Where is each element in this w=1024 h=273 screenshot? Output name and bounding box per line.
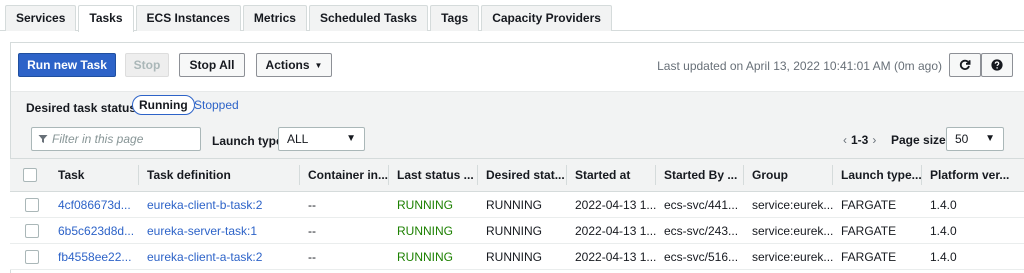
refresh-icon [959,59,971,70]
container-instance-cell: -- [308,224,316,238]
column-header-task[interactable]: Task [49,159,139,191]
platform-version-cell: 1.4.0 [930,198,957,212]
desired-status-label: Desired task status: [26,101,141,115]
running-filter-pill[interactable]: Running [132,95,195,115]
actions-button[interactable]: Actions ▼ [256,53,332,77]
task-definition-link[interactable]: eureka-client-b-task:2 [138,192,300,218]
caret-down-icon: ▼ [314,61,323,70]
caret-down-icon: ▼ [346,133,356,144]
stop-button[interactable]: Stop [125,53,169,77]
started-at-cell: 2022-04-13 1... [575,198,656,212]
container-instance-cell: -- [308,198,316,212]
last-status-cell: RUNNING [397,224,453,238]
tab-metrics[interactable]: Metrics [242,5,307,31]
table-row: fb4558ee22... eureka-client-a-task:2 -- … [10,244,1024,270]
help-button[interactable] [981,53,1013,77]
launch-type-value: ALL [287,132,309,146]
tab-scheduled-tasks[interactable]: Scheduled Tasks [308,5,429,31]
row-checkbox[interactable] [25,224,39,238]
launch-type-cell: FARGATE [841,250,897,264]
task-id-link[interactable]: fb4558ee22... [49,244,139,270]
started-by-cell: ecs-svc/243... [664,224,739,238]
refresh-button[interactable] [949,53,981,77]
column-header-task-definition[interactable]: Task definition [138,159,300,191]
task-id-link[interactable]: 6b5c623d8d... [49,218,139,244]
help-icon [991,59,1003,71]
filter-placeholder: Filter in this page [52,132,144,146]
desired-status-cell: RUNNING [486,250,542,264]
tab-bar: Services Tasks ECS Instances Metrics Sch… [5,5,614,32]
column-header-started-at[interactable]: Started at [566,159,656,191]
chevron-right-icon[interactable]: › [872,133,876,147]
last-status-cell: RUNNING [397,198,453,212]
last-updated-text: Last updated on April 13, 2022 10:41:01 … [657,59,942,73]
launch-type-label: Launch type [212,134,283,148]
started-by-cell: ecs-svc/441... [664,198,739,212]
page-size-label: Page size [891,133,946,147]
page-size-select[interactable]: 50 ▼ [946,127,1004,151]
tab-capacity-providers[interactable]: Capacity Providers [481,5,612,31]
column-header-container-instance[interactable]: Container in... [299,159,389,191]
started-by-cell: ecs-svc/516... [664,250,739,264]
caret-down-icon: ▼ [985,133,995,144]
task-id-link[interactable]: 4cf086673d... [49,192,139,218]
table-row: 6b5c623d8d... eureka-server-task:1 -- RU… [10,218,1024,244]
tab-tasks[interactable]: Tasks [78,5,134,32]
chevron-left-icon[interactable]: ‹ [843,133,847,147]
started-at-cell: 2022-04-13 1... [575,250,656,264]
column-header-started-by[interactable]: Started By ... [655,159,744,191]
filter-input[interactable]: Filter in this page [31,127,201,151]
table-row: 4cf086673d... eureka-client-b-task:2 -- … [10,192,1024,218]
stop-all-button[interactable]: Stop All [179,53,245,77]
launch-type-select[interactable]: ALL ▼ [278,127,365,151]
tab-services[interactable]: Services [5,5,77,31]
group-cell: service:eurek... [752,250,833,264]
task-definition-link[interactable]: eureka-client-a-task:2 [138,244,300,270]
page-size-value: 50 [955,132,969,146]
row-checkbox[interactable] [25,250,39,264]
column-header-desired-status[interactable]: Desired stat... [477,159,567,191]
select-all-checkbox[interactable] [23,168,37,182]
platform-version-cell: 1.4.0 [930,224,957,238]
column-header-platform-version[interactable]: Platform ver... [921,159,1024,191]
row-checkbox[interactable] [25,198,39,212]
actions-label: Actions [265,58,310,72]
column-header-last-status[interactable]: Last status ... [388,159,478,191]
tab-ecs-instances[interactable]: ECS Instances [135,5,241,31]
column-header-launch-type[interactable]: Launch type... [832,159,922,191]
pagination-range: 1-3 [851,133,869,147]
table-header: Task Task definition Container in... Las… [10,158,1024,192]
last-status-cell: RUNNING [397,250,453,264]
desired-status-cell: RUNNING [486,224,542,238]
run-new-task-button[interactable]: Run new Task [18,53,116,77]
column-header-group[interactable]: Group [743,159,833,191]
pagination: ‹ 1-3 › [839,133,880,147]
launch-type-cell: FARGATE [841,198,897,212]
tab-tags[interactable]: Tags [430,5,480,31]
task-definition-link[interactable]: eureka-server-task:1 [138,218,300,244]
desired-status-cell: RUNNING [486,198,542,212]
group-cell: service:eurek... [752,198,833,212]
platform-version-cell: 1.4.0 [930,250,957,264]
container-instance-cell: -- [308,250,316,264]
started-at-cell: 2022-04-13 1... [575,224,656,238]
stopped-filter-link[interactable]: Stopped [194,98,239,112]
filter-icon [38,135,48,143]
launch-type-cell: FARGATE [841,224,897,238]
group-cell: service:eurek... [752,224,833,238]
